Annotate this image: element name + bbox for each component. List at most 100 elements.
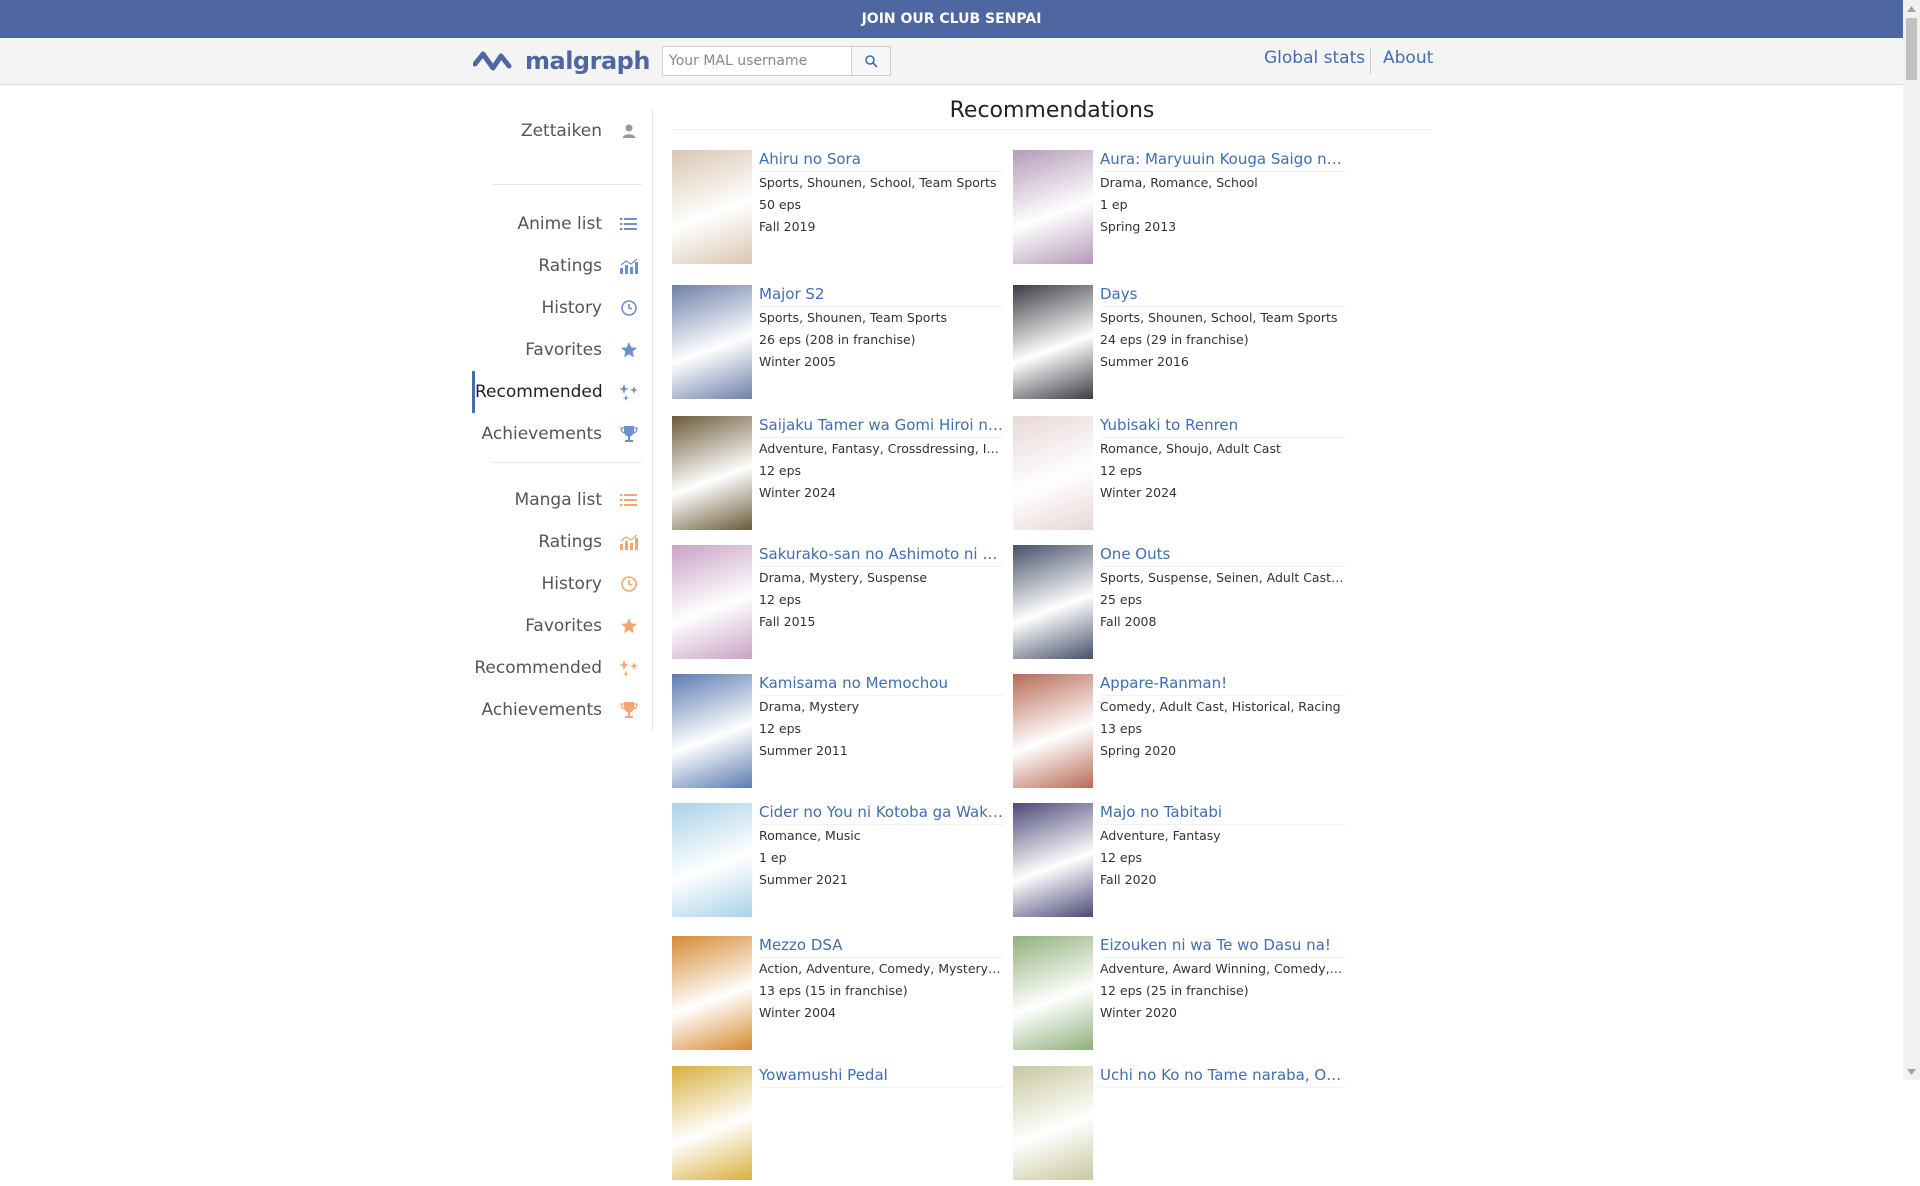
anime-genres: Adventure, Fantasy — [1100, 828, 1221, 843]
anime-title-link[interactable]: Kamisama no Memochou — [759, 674, 1004, 696]
anime-season: Summer 2011 — [759, 743, 848, 758]
anime-title-link[interactable]: Saijaku Tamer wa Gomi Hiroi no ... — [759, 416, 1004, 438]
sidebar-item-label: Ratings — [538, 256, 602, 276]
recommendation-card: Uchi no Ko no Tame naraba, Ore... — [1013, 1066, 1353, 1186]
sidebar-item-manga-recommended[interactable]: Recommended — [472, 647, 652, 689]
sidebar-item-anime-ratings[interactable]: Ratings — [472, 245, 652, 287]
sidebar-item-anime-history[interactable]: History — [472, 287, 652, 329]
anime-poster-image[interactable] — [672, 674, 752, 788]
nav-divider — [1370, 48, 1371, 74]
anime-title-link[interactable]: Aura: Maryuuin Kouga Saigo no T... — [1100, 150, 1345, 172]
card-info: Aura: Maryuuin Kouga Saigo no T... Drama,… — [1100, 150, 1345, 238]
search-form — [662, 46, 891, 76]
star-icon — [616, 341, 642, 359]
anime-eps: 13 eps (15 in franchise) — [759, 983, 908, 998]
sidebar-divider — [492, 462, 642, 463]
anime-title-link[interactable]: Major S2 — [759, 285, 1004, 307]
anime-poster-image[interactable] — [672, 1066, 752, 1180]
scrollbar-thumb[interactable] — [1906, 18, 1917, 80]
card-info: Majo no Tabitabi Adventure, Fantasy 12 eps… — [1100, 803, 1345, 891]
anime-title-link[interactable]: Days — [1100, 285, 1345, 307]
anime-poster-image[interactable] — [1013, 936, 1093, 1050]
anime-eps: 25 eps — [1100, 592, 1143, 607]
anime-title-link[interactable]: Yowamushi Pedal — [759, 1066, 1004, 1088]
anime-genres: Sports, Shounen, Team Sports — [759, 310, 948, 325]
vertical-scrollbar[interactable] — [1903, 0, 1920, 1080]
sidebar-item-manga-history[interactable]: History — [472, 563, 652, 605]
sidebar-item-anime-list[interactable]: Anime list — [472, 203, 652, 245]
recommendation-card: Kamisama no Memochou Drama, Mystery 12 eps… — [672, 674, 1012, 794]
sidebar-item-manga-list[interactable]: Manga list — [472, 479, 652, 521]
anime-eps: 12 eps — [759, 721, 802, 736]
card-info: Yubisaki to Renren Romance, Shoujo, Adult… — [1100, 416, 1345, 504]
anime-title-link[interactable]: Eizouken ni wa Te wo Dasu na! — [1100, 936, 1345, 958]
anime-poster-image[interactable] — [672, 285, 752, 399]
anime-poster-image[interactable] — [672, 416, 752, 530]
anime-title-link[interactable]: Sakurako-san no Ashimoto ni wa ... — [759, 545, 1004, 567]
sidebar-item-manga-favorites[interactable]: Favorites — [472, 605, 652, 647]
anime-genres: Action, Adventure, Comedy, Mystery, Sc..… — [759, 961, 1004, 976]
anime-genres: Adventure, Award Winning, Comedy, Se... — [1100, 961, 1345, 976]
card-info: Days Sports, Shounen, School, Team Sports… — [1100, 285, 1345, 373]
malgraph-logo[interactable]: malgraph — [473, 46, 650, 76]
logo-text: malgraph — [525, 47, 650, 75]
anime-season: Summer 2016 — [1100, 354, 1189, 369]
anime-title-link[interactable]: Majo no Tabitabi — [1100, 803, 1345, 825]
sidebar-item-label: Achievements — [481, 424, 602, 444]
anime-genres: Adventure, Fantasy, Crossdressing, Isek.… — [759, 441, 1004, 456]
global-stats-link[interactable]: Global stats — [1264, 48, 1365, 68]
anime-title-link[interactable]: One Outs — [1100, 545, 1345, 567]
anime-poster-image[interactable] — [1013, 545, 1093, 659]
anime-season: Winter 2005 — [759, 354, 836, 369]
recommendation-card: Major S2 Sports, Shounen, Team Sports 26 e… — [672, 285, 1012, 405]
card-info: Ahiru no Sora Sports, Shounen, School, Te… — [759, 150, 1004, 238]
search-button[interactable] — [851, 46, 891, 76]
sidebar-item-label: Favorites — [525, 616, 602, 636]
anime-title-link[interactable]: Appare-Ranman! — [1100, 674, 1345, 696]
anime-title-link[interactable]: Yubisaki to Renren — [1100, 416, 1345, 438]
anime-poster-image[interactable] — [672, 936, 752, 1050]
anime-eps: 12 eps (25 in franchise) — [1100, 983, 1249, 998]
card-info: Uchi no Ko no Tame naraba, Ore... — [1100, 1066, 1345, 1088]
recommendation-card: Sakurako-san no Ashimoto ni wa ... Drama,… — [672, 545, 1012, 665]
anime-poster-image[interactable] — [1013, 674, 1093, 788]
sidebar-item-anime-favorites[interactable]: Favorites — [472, 329, 652, 371]
scroll-up-arrow-icon[interactable] — [1903, 0, 1920, 17]
club-banner-text[interactable]: JOIN OUR CLUB SENPAI — [862, 11, 1042, 27]
anime-season: Summer 2021 — [759, 872, 848, 887]
anime-poster-image[interactable] — [672, 150, 752, 264]
anime-genres: Romance, Music — [759, 828, 861, 843]
anime-title-link[interactable]: Ahiru no Sora — [759, 150, 1004, 172]
anime-genres: Sports, Shounen, School, Team Sports — [1100, 310, 1338, 325]
anime-season: Fall 2020 — [1100, 872, 1157, 887]
anime-title-link[interactable]: Uchi no Ko no Tame naraba, Ore... — [1100, 1066, 1345, 1088]
anime-poster-image[interactable] — [672, 803, 752, 917]
trophy-icon — [616, 701, 642, 719]
username-search-input[interactable] — [662, 46, 851, 76]
search-icon — [865, 55, 878, 68]
card-info: Major S2 Sports, Shounen, Team Sports 26 e… — [759, 285, 1004, 373]
anime-poster-image[interactable] — [1013, 416, 1093, 530]
anime-poster-image[interactable] — [672, 545, 752, 659]
sidebar-item-label: Manga list — [514, 490, 602, 510]
sidebar-item-manga-achievements[interactable]: Achievements — [472, 689, 652, 731]
scroll-down-arrow-icon[interactable] — [1903, 1063, 1920, 1080]
sidebar-user[interactable]: Zettaiken — [472, 110, 652, 152]
anime-title-link[interactable]: Mezzo DSA — [759, 936, 1004, 958]
card-info: Appare-Ranman! Comedy, Adult Cast, Histor… — [1100, 674, 1345, 762]
top-navbar: malgraph Global stats About — [0, 38, 1903, 85]
sidebar-item-label: Recommended — [475, 382, 603, 402]
sidebar-item-manga-ratings[interactable]: Ratings — [472, 521, 652, 563]
about-link[interactable]: About — [1383, 48, 1433, 68]
anime-title-link[interactable]: Cider no You ni Kotoba ga Wakia... — [759, 803, 1004, 825]
sidebar-item-anime-recommended[interactable]: Recommended — [472, 371, 652, 413]
anime-poster-image[interactable] — [1013, 150, 1093, 264]
sidebar-item-anime-achievements[interactable]: Achievements — [472, 413, 652, 455]
card-info: Kamisama no Memochou Drama, Mystery 12 eps… — [759, 674, 1004, 762]
club-banner[interactable]: JOIN OUR CLUB SENPAI — [0, 0, 1903, 38]
card-info: One Outs Sports, Suspense, Seinen, Adult … — [1100, 545, 1345, 633]
anime-poster-image[interactable] — [1013, 803, 1093, 917]
anime-poster-image[interactable] — [1013, 1066, 1093, 1180]
sidebar-user-label: Zettaiken — [520, 121, 602, 141]
anime-poster-image[interactable] — [1013, 285, 1093, 399]
